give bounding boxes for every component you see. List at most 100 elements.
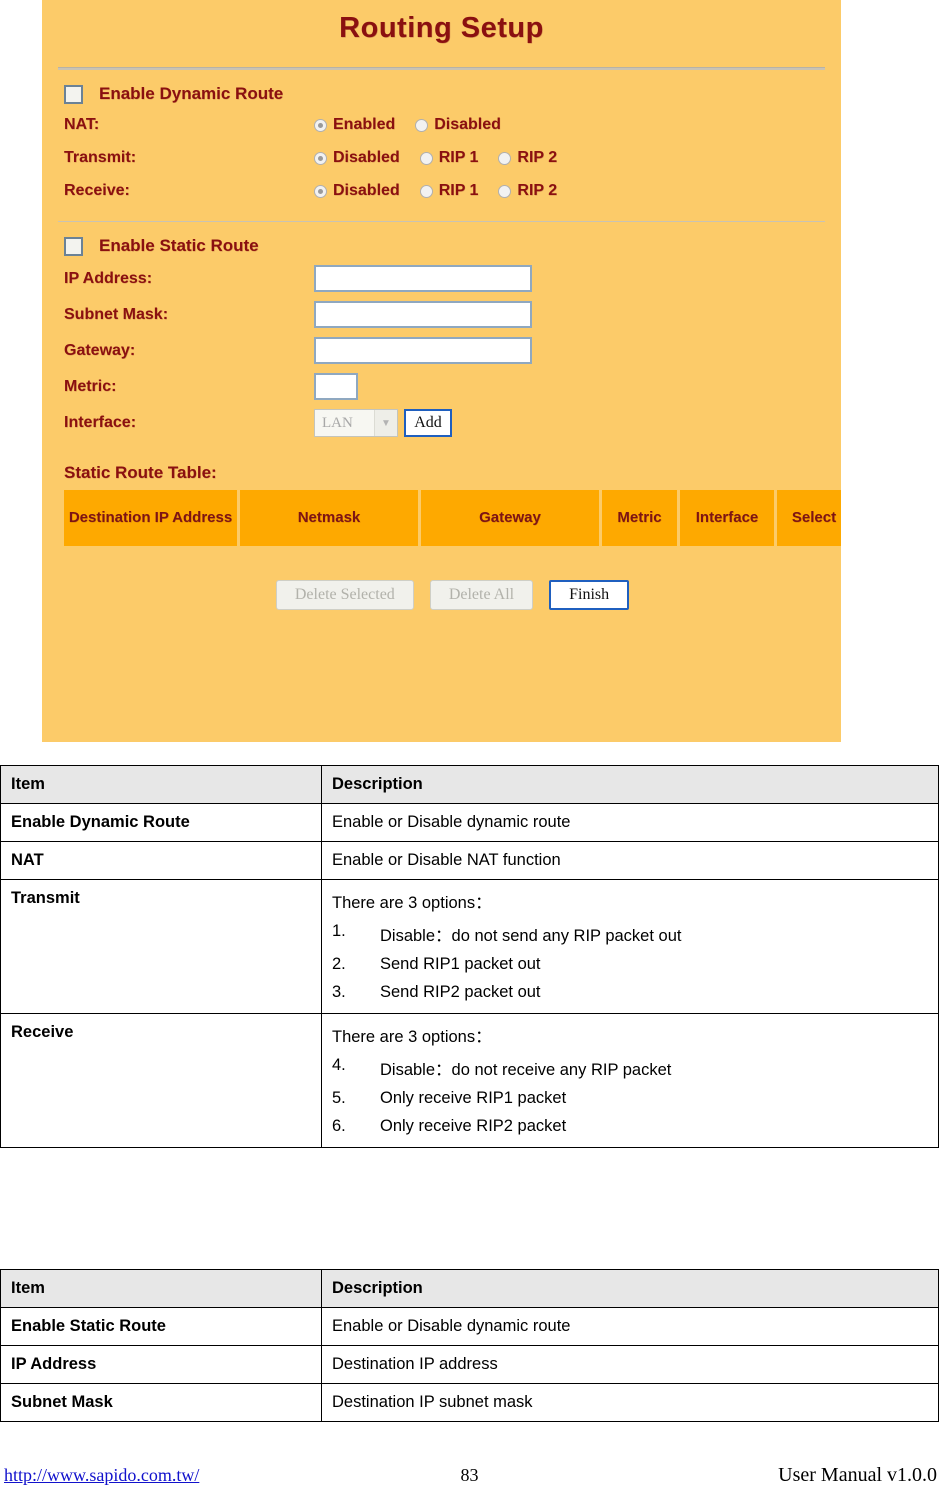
footer-manual-version: User Manual v1.0.0 [778,1463,937,1486]
list-text: Only receive RIP2 packet [380,1117,567,1135]
field-row-gateway: Gateway: [64,337,841,364]
cell-item: NAT [0,841,322,880]
cell-item: Enable Dynamic Route [0,803,322,842]
options-list-item: 5. Only receive RIP1 packet [332,1089,928,1108]
cell-item: Receive [0,1013,322,1148]
radio-button[interactable] [314,184,327,198]
radio-option-disabled[interactable]: Disabled [314,182,400,200]
page-title: Routing Setup [339,12,544,44]
header-item: Item [0,1269,322,1308]
radio-label: Disabled [333,182,400,199]
table-row: Subnet Mask Destination IP subnet mask [0,1383,939,1422]
header-description: Description [321,765,939,804]
table-header-row: Item Description [0,1269,939,1308]
delete-selected-button: Delete Selected [275,580,414,610]
cell-description: Enable or Disable NAT function [321,841,939,880]
dynamic-row-receive: Receive: Disabled RIP 1 RIP 2 [64,179,841,203]
table-row: NAT Enable or Disable NAT function [0,841,939,880]
table-row: Receive There are 3 options： 4. Disable：do … [0,1013,939,1148]
radio-option-disabled[interactable]: Disabled [415,116,501,134]
radio-option-rip-2[interactable]: RIP 2 [498,149,557,167]
table-header-netmask: Netmask [240,490,418,546]
options-lead: There are 3 options： [332,894,492,912]
row-label: Receive: [64,182,130,199]
list-text: Send RIP1 packet out [380,955,541,973]
radio-label: Disabled [333,149,400,166]
enable-static-route-checkbox[interactable] [64,236,83,256]
cell-item: Enable Static Route [0,1307,322,1346]
routing-setup-panel: Routing Setup Enable Dynamic Route NAT: E… [42,0,841,742]
list-number: 2. [332,955,346,973]
radio-button[interactable] [314,151,327,165]
enable-dynamic-route-checkbox[interactable] [64,84,83,104]
description-table-dynamic: Item Description Enable Dynamic Route Enabl… [0,765,939,1148]
list-text: Disable：do not send any RIP packet out [380,927,682,945]
metric-input[interactable] [314,373,358,400]
cell-description: Destination IP address [321,1345,939,1384]
field-row-metric: Metric: [64,373,841,400]
cell-item: Transmit [0,879,322,1014]
cell-description: There are 3 options： 4. Disable：do not rec… [321,1013,939,1148]
table-row: Enable Static Route Enable or Disable dyn… [0,1307,939,1346]
field-label: IP Address: [64,269,153,287]
interface-row: Interface: LAN ▼ Add [64,409,841,437]
list-number: 6. [332,1117,346,1135]
table-header-metric: Metric [602,490,677,546]
field-row-ip-address: IP Address: [64,265,841,292]
interface-label: Interface: [64,414,137,431]
list-number: 1. [332,922,346,940]
radio-option-enabled[interactable]: Enabled [314,116,395,134]
list-number: 3. [332,983,346,1001]
options-list: 1. Disable：do not send any RIP packet out… [332,922,928,1002]
add-button[interactable]: Add [404,409,452,437]
finish-button[interactable]: Finish [549,580,630,610]
ip-address-input[interactable] [314,265,532,292]
dynamic-row-transmit: Transmit: Disabled RIP 1 RIP 2 [64,146,841,170]
radio-button[interactable] [419,184,433,198]
radio-button[interactable] [498,184,512,198]
options-list-item: 4. Disable：do not receive any RIP packet [332,1056,928,1080]
radio-button[interactable] [415,118,429,132]
dynamic-row-nat: NAT: Enabled Disabled [64,113,841,137]
dynamic-route-section: Enable Dynamic Route NAT: Enabled Disabled… [42,84,841,203]
chevron-down-icon: ▼ [374,410,397,436]
subnet-mask-input[interactable] [314,301,532,328]
enable-dynamic-route-row[interactable]: Enable Dynamic Route [64,84,841,104]
radio-label: RIP 2 [517,149,558,166]
radio-button[interactable] [419,151,433,165]
row-label: Transmit: [64,149,137,166]
options-list: 4. Disable：do not receive any RIP packet 5… [332,1056,928,1136]
radio-button[interactable] [498,151,512,165]
table-row: Enable Dynamic Route Enable or Disable dy… [0,803,939,842]
radio-label: RIP 1 [438,182,479,199]
cell-item: IP Address [0,1345,322,1384]
field-label: Subnet Mask: [64,305,169,323]
radio-option-rip-1[interactable]: RIP 1 [419,182,479,200]
table-row: Transmit There are 3 options： 1. Disable：do… [0,879,939,1014]
radio-option-rip-2[interactable]: RIP 2 [498,182,557,200]
page-footer: http://www.sapido.com.tw/ 83 User Manual… [0,1461,939,1489]
radio-option-rip-1[interactable]: RIP 1 [419,149,478,167]
gateway-input[interactable] [314,337,532,364]
enable-static-route-row[interactable]: Enable Static Route [64,236,841,256]
options-list-item: 3. Send RIP2 packet out [332,983,928,1002]
static-route-table: Destination IP Address Netmask Gateway Metr… [64,490,841,546]
cell-description: There are 3 options： 1. Disable：do not sen… [321,879,939,1014]
title-divider [58,67,825,70]
radio-label: Enabled [333,116,396,133]
static-route-section: Enable Static Route IP Address: Subnet Ma… [42,236,841,610]
static-route-table-caption: Static Route Table: [64,463,217,482]
options-lead: There are 3 options： [332,1028,492,1046]
row-label: NAT: [64,116,100,133]
enable-dynamic-route-label: Enable Dynamic Route [99,84,284,103]
enable-static-route-label: Enable Static Route [99,236,259,255]
delete-all-button: Delete All [429,580,534,610]
header-item: Item [0,765,322,804]
dynamic-route-options: NAT: Enabled Disabled Transmit: Disabled RIP … [64,113,841,203]
field-label: Metric: [64,377,117,395]
list-number: 4. [332,1056,346,1074]
interface-select[interactable]: LAN ▼ [314,409,398,437]
radio-button[interactable] [314,118,327,132]
radio-option-disabled[interactable]: Disabled [314,149,400,167]
table-header-row: Item Description [0,765,939,804]
